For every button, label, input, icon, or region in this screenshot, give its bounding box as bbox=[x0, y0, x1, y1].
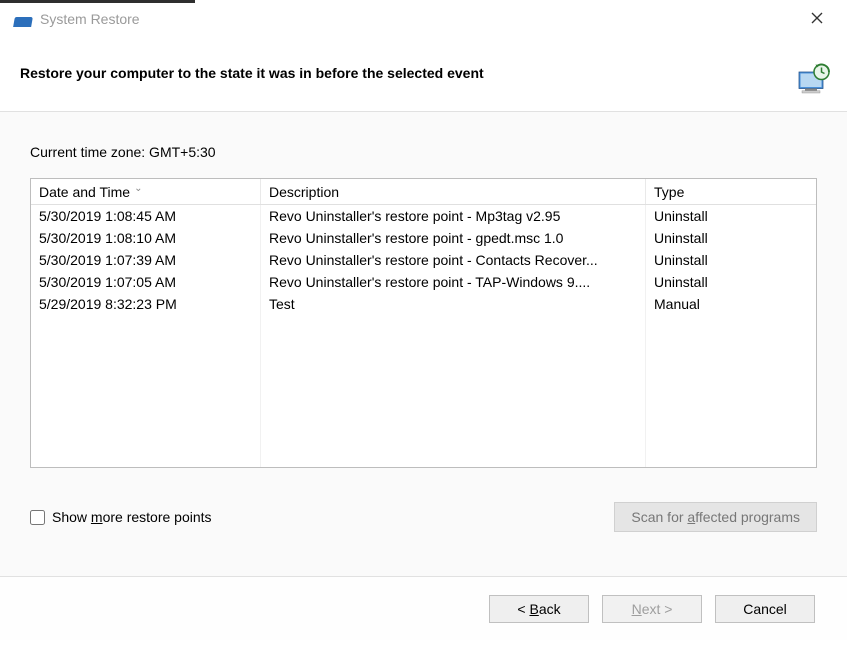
window-title: System Restore bbox=[40, 11, 140, 27]
timezone-label: Current time zone: GMT+5:30 bbox=[30, 144, 817, 160]
empty-row bbox=[31, 337, 816, 359]
system-restore-icon bbox=[14, 11, 32, 27]
cell-date: 5/30/2019 1:08:10 AM bbox=[31, 227, 261, 249]
cell-type: Uninstall bbox=[646, 249, 796, 271]
show-more-label: Show more restore points bbox=[52, 509, 212, 525]
cell-date: 5/30/2019 1:08:45 AM bbox=[31, 205, 261, 227]
show-more-checkbox[interactable] bbox=[30, 510, 45, 525]
empty-row bbox=[31, 381, 816, 403]
table-row[interactable]: 5/29/2019 8:32:23 PMTestManual bbox=[31, 293, 816, 315]
empty-row bbox=[31, 425, 816, 447]
cell-date: 5/29/2019 8:32:23 PM bbox=[31, 293, 261, 315]
titlebar: System Restore bbox=[0, 3, 847, 35]
chevron-down-icon: ⌄ bbox=[134, 183, 142, 194]
column-header-description-label: Description bbox=[269, 184, 339, 200]
scan-affected-button[interactable]: Scan for affected programs bbox=[614, 502, 817, 532]
cell-description: Revo Uninstaller's restore point - Mp3ta… bbox=[261, 205, 646, 227]
cell-description: Test bbox=[261, 293, 646, 315]
empty-row bbox=[31, 403, 816, 425]
restore-points-table: Date and Time ⌄ Description Type 5/30/20… bbox=[30, 178, 817, 468]
cell-type: Manual bbox=[646, 293, 796, 315]
cell-type: Uninstall bbox=[646, 205, 796, 227]
close-icon[interactable] bbox=[797, 11, 837, 27]
back-button[interactable]: < Back bbox=[489, 595, 589, 623]
cell-date: 5/30/2019 1:07:39 AM bbox=[31, 249, 261, 271]
table-row[interactable]: 5/30/2019 1:07:05 AMRevo Uninstaller's r… bbox=[31, 271, 816, 293]
bottom-controls: Show more restore points Scan for affect… bbox=[30, 502, 817, 532]
table-row[interactable]: 5/30/2019 1:08:10 AMRevo Uninstaller's r… bbox=[31, 227, 816, 249]
cell-description: Revo Uninstaller's restore point - TAP-W… bbox=[261, 271, 646, 293]
cancel-button[interactable]: Cancel bbox=[715, 595, 815, 623]
column-header-date-label: Date and Time bbox=[39, 184, 130, 200]
table-body: 5/30/2019 1:08:45 AMRevo Uninstaller's r… bbox=[31, 205, 816, 467]
table-row[interactable]: 5/30/2019 1:08:45 AMRevo Uninstaller's r… bbox=[31, 205, 816, 227]
cell-type: Uninstall bbox=[646, 271, 796, 293]
cell-date: 5/30/2019 1:07:05 AM bbox=[31, 271, 261, 293]
column-header-type-label: Type bbox=[654, 184, 684, 200]
column-header-type[interactable]: Type bbox=[646, 179, 796, 204]
page-title: Restore your computer to the state it wa… bbox=[20, 65, 484, 81]
empty-row bbox=[31, 359, 816, 381]
table-row[interactable]: 5/30/2019 1:07:39 AMRevo Uninstaller's r… bbox=[31, 249, 816, 271]
column-header-date[interactable]: Date and Time ⌄ bbox=[31, 179, 261, 204]
table-header-row: Date and Time ⌄ Description Type bbox=[31, 179, 816, 205]
column-header-description[interactable]: Description bbox=[261, 179, 646, 204]
empty-row bbox=[31, 447, 816, 467]
show-more-checkbox-wrap[interactable]: Show more restore points bbox=[30, 509, 212, 525]
next-button[interactable]: Next > bbox=[602, 595, 702, 623]
cell-type: Uninstall bbox=[646, 227, 796, 249]
empty-row bbox=[31, 315, 816, 337]
header: Restore your computer to the state it wa… bbox=[0, 35, 847, 111]
body-panel: Current time zone: GMT+5:30 Date and Tim… bbox=[0, 111, 847, 576]
restore-monitor-icon bbox=[796, 63, 832, 99]
footer: < Back Next > Cancel bbox=[0, 576, 847, 640]
cell-description: Revo Uninstaller's restore point - gpedt… bbox=[261, 227, 646, 249]
cell-description: Revo Uninstaller's restore point - Conta… bbox=[261, 249, 646, 271]
